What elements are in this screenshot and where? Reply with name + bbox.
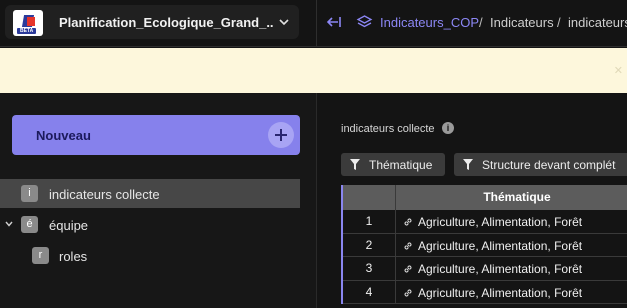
link-icon <box>404 241 412 250</box>
breadcrumb-current: indicateurs <box>568 15 627 30</box>
row-number-header <box>343 185 396 210</box>
breadcrumb-separator: / <box>557 15 561 30</box>
filter-label: Thématique <box>369 158 433 172</box>
plus-icon <box>268 122 294 148</box>
top-bar: BETA Planification_Ecologique_Grand_... … <box>0 0 627 47</box>
notification-banner: ✕ <box>0 48 627 93</box>
main-content: indicateurs collecte i Thématique Struct… <box>318 93 627 308</box>
table-header: Thématique <box>343 185 627 210</box>
breadcrumb-root[interactable]: Indicateurs_COP <box>380 15 479 30</box>
beta-badge: BETA <box>17 28 37 34</box>
page-title: indicateurs collecte <box>341 123 435 135</box>
table-badge-icon: r <box>32 247 49 264</box>
info-icon[interactable]: i <box>442 122 454 134</box>
filter-structure-button[interactable]: Structure devant complét <box>454 153 627 176</box>
sidebar-item-roles[interactable]: r roles <box>0 241 300 270</box>
filter-label: Structure devant complét <box>482 158 616 172</box>
topbar-divider <box>316 0 317 47</box>
cell-thematique: Agriculture, Alimentation, Forêt <box>418 285 583 300</box>
new-button-label: Nouveau <box>36 128 91 143</box>
link-icon <box>404 288 412 297</box>
collapse-sidebar-icon[interactable] <box>326 14 342 30</box>
cell-thematique: Agriculture, Alimentation, Forêt <box>418 262 583 276</box>
close-icon[interactable]: ✕ <box>614 64 623 77</box>
sidebar: Nouveau i indicateurs collecte é équipe … <box>0 93 317 308</box>
filter-icon <box>350 159 360 170</box>
table-badge-icon: i <box>21 185 38 202</box>
workspace-logo: BETA <box>13 10 43 36</box>
breadcrumb-middle[interactable]: Indicateurs <box>490 15 554 30</box>
workspace-selector[interactable]: BETA Planification_Ecologique_Grand_... <box>5 5 299 39</box>
sidebar-item-indicateurs-collecte[interactable]: i indicateurs collecte <box>0 179 300 208</box>
link-icon <box>404 218 412 226</box>
sidebar-item-equipe[interactable]: é équipe <box>0 210 300 239</box>
filter-icon <box>463 159 473 170</box>
row-number: 1 <box>343 210 396 233</box>
link-icon <box>404 265 412 273</box>
table-badge-icon: é <box>21 216 38 233</box>
sidebar-item-label: roles <box>59 249 88 264</box>
sidebar-item-label: équipe <box>49 218 89 233</box>
chevron-down-icon[interactable] <box>4 219 14 229</box>
row-number: 2 <box>343 233 396 257</box>
sidebar-item-label: indicateurs collecte <box>49 187 160 202</box>
table-row[interactable]: 4 Agriculture, Alimentation, Forêt <box>343 280 627 304</box>
chevron-down-icon <box>279 19 289 26</box>
cell-thematique: Agriculture, Alimentation, Forêt <box>418 215 583 229</box>
row-number: 3 <box>343 257 396 280</box>
workspace-name: Planification_Ecologique_Grand_... <box>59 15 274 30</box>
table-row[interactable]: 1 Agriculture, Alimentation, Forêt <box>343 210 627 234</box>
table-row[interactable]: 2 Agriculture, Alimentation, Forêt <box>343 233 627 257</box>
cell-thematique: Agriculture, Alimentation, Forêt <box>418 238 583 253</box>
column-header-thematique[interactable]: Thématique <box>397 185 627 210</box>
new-button[interactable]: Nouveau <box>12 115 300 155</box>
layers-icon <box>356 15 373 28</box>
row-number: 4 <box>343 280 396 304</box>
breadcrumb-separator: / <box>479 15 483 30</box>
data-table: Thématique 1 Agriculture, Alimentation, … <box>341 185 627 304</box>
filter-thematique-button[interactable]: Thématique <box>341 153 445 176</box>
table-row[interactable]: 3 Agriculture, Alimentation, Forêt <box>343 257 627 281</box>
